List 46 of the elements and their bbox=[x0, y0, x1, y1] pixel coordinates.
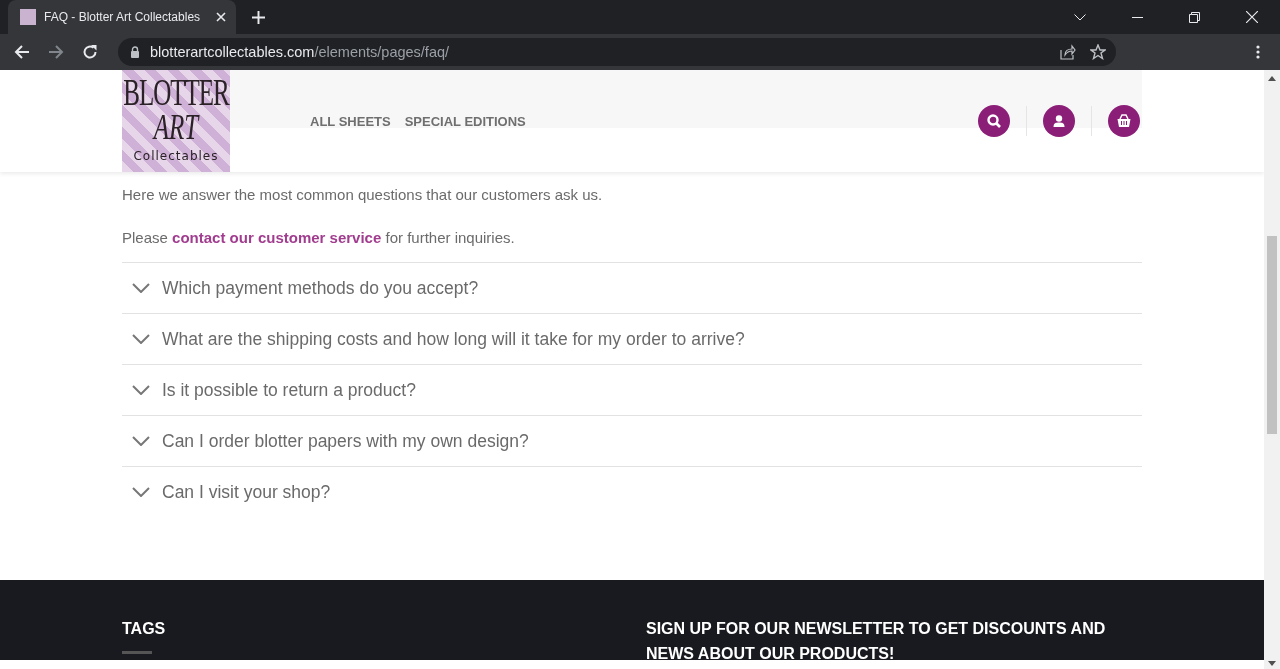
scroll-up-icon[interactable] bbox=[1268, 76, 1276, 81]
tab-title: FAQ - Blotter Art Collectables bbox=[44, 10, 202, 24]
share-icon[interactable] bbox=[1060, 44, 1076, 60]
nav-link[interactable]: SPECIAL EDITIONS bbox=[404, 113, 526, 129]
new-tab-icon[interactable] bbox=[252, 10, 265, 24]
chevron-down-icon[interactable] bbox=[1074, 13, 1086, 21]
chevron-down-icon bbox=[132, 385, 150, 395]
basket-button[interactable] bbox=[1108, 105, 1140, 137]
address-bar[interactable]: blotterartcollectables.com/elements/pages/faq/ bbox=[118, 38, 1116, 66]
favicon-icon bbox=[20, 9, 36, 25]
newsletter-heading: SIGN UP FOR OUR NEWSLETTER TO GET DISCOUNTS AND NEWS ABOUT OUR PRODUCTS! bbox=[646, 619, 1107, 664]
restore-icon[interactable] bbox=[1189, 11, 1200, 23]
lock-icon bbox=[130, 46, 140, 58]
close-icon[interactable] bbox=[1246, 11, 1258, 23]
back-arrow-icon[interactable] bbox=[14, 44, 30, 60]
url-text: blotterartcollectables.com/elements/pages/faq/ bbox=[150, 44, 450, 60]
basket-icon bbox=[1116, 113, 1132, 129]
chevron-down-icon bbox=[132, 436, 150, 446]
intro-text: Here we answer the most common questions that our customers ask us. bbox=[122, 185, 604, 205]
contact-text: Please contact our customer service for further inquiries. bbox=[122, 228, 516, 248]
forward-arrow-icon[interactable] bbox=[48, 44, 64, 60]
search-button[interactable] bbox=[978, 105, 1010, 137]
contact-link[interactable]: contact our customer service bbox=[172, 229, 382, 246]
reload-icon[interactable] bbox=[82, 44, 98, 60]
search-icon bbox=[986, 113, 1002, 129]
menu-icon[interactable] bbox=[1256, 45, 1260, 59]
nav-link[interactable]: ALL SHEETS bbox=[310, 113, 391, 129]
chevron-down-icon bbox=[132, 487, 150, 497]
faq-question[interactable]: Can I visit your shop? bbox=[122, 467, 1142, 517]
logo[interactable]: BLOTTER ART Collectables bbox=[122, 70, 230, 172]
scrollbar[interactable] bbox=[1264, 70, 1280, 669]
faq-question[interactable]: What are the shipping costs and how long will it take for my order to arrive? bbox=[122, 314, 1142, 365]
browser-tab[interactable]: FAQ - Blotter Art Collectables bbox=[8, 0, 236, 34]
minimize-icon[interactable] bbox=[1132, 16, 1143, 18]
chevron-down-icon bbox=[132, 283, 150, 293]
faq-question[interactable]: Is it possible to return a product? bbox=[122, 365, 1142, 416]
tags-heading: TAGS bbox=[122, 619, 167, 639]
scrollbar-thumb[interactable] bbox=[1267, 236, 1277, 434]
scroll-down-icon[interactable] bbox=[1268, 661, 1276, 666]
faq-question[interactable]: Which payment methods do you accept? bbox=[122, 263, 1142, 314]
close-icon[interactable] bbox=[216, 12, 226, 22]
user-icon bbox=[1051, 113, 1067, 129]
faq-question[interactable]: Can I order blotter papers with my own design? bbox=[122, 416, 1142, 467]
chevron-down-icon bbox=[132, 334, 150, 344]
star-icon[interactable] bbox=[1090, 44, 1106, 60]
user-button[interactable] bbox=[1043, 105, 1075, 137]
